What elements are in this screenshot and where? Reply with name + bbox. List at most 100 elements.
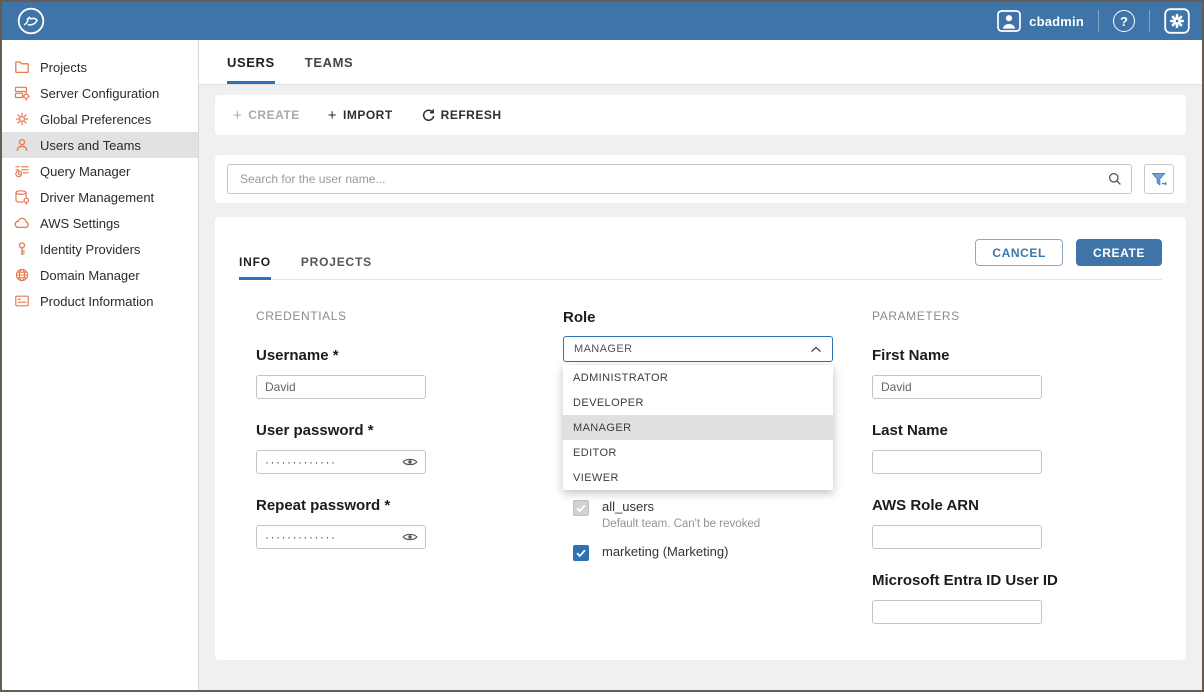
role-dropdown: ADMINISTRATOR DEVELOPER MANAGER EDITOR V… (563, 365, 833, 490)
identity-providers-icon (14, 241, 30, 257)
repeat-password-field[interactable] (256, 525, 426, 549)
sidebar-item-global-preferences[interactable]: Global Preferences (2, 106, 198, 132)
sidebar-item-aws-settings[interactable]: AWS Settings (2, 210, 198, 236)
domain-manager-icon (14, 267, 30, 283)
check-icon (575, 502, 587, 514)
sidebar-item-server-configuration[interactable]: Server Configuration (2, 80, 198, 106)
topbar-divider (1149, 10, 1150, 32)
server-configuration-icon (14, 85, 30, 101)
teams-list: all_users Default team. Can't be revoked… (573, 499, 833, 575)
team-name: all_users (602, 499, 760, 514)
cloudbeaver-logo-icon[interactable] (16, 6, 46, 36)
create-user-label: CREATE (248, 108, 299, 122)
sidebar-item-label: AWS Settings (40, 216, 120, 231)
topbar: cbadmin ? (2, 2, 1202, 40)
first-name-field[interactable] (872, 375, 1042, 399)
refresh-icon (421, 108, 435, 122)
help-button[interactable]: ? (1113, 10, 1135, 32)
plus-icon: + (328, 108, 337, 123)
repeat-password-wrapper (256, 525, 426, 549)
filter-icon (1150, 171, 1168, 188)
aws-role-arn-field[interactable] (872, 525, 1042, 549)
filter-button[interactable] (1144, 164, 1174, 194)
settings-button[interactable] (1164, 8, 1190, 34)
sidebar-item-label: Identity Providers (40, 242, 140, 257)
role-option-viewer[interactable]: VIEWER (563, 465, 833, 490)
global-preferences-icon (14, 111, 30, 127)
plus-icon: + (233, 108, 242, 123)
topbar-divider (1098, 10, 1099, 32)
help-icon: ? (1120, 14, 1128, 29)
aws-role-arn-label: AWS Role ARN (872, 497, 1042, 514)
driver-management-icon (14, 189, 30, 205)
projects-icon (14, 59, 30, 75)
content-area: + CREATE + IMPORT REFRESH (199, 85, 1202, 690)
tab-projects[interactable]: PROJECTS (301, 255, 372, 280)
username-label: Username * (256, 347, 426, 364)
team-name: marketing (Marketing) (602, 544, 728, 559)
parameters-column: PARAMETERS First Name Last Name AWS Role… (872, 309, 1042, 647)
user-password-field[interactable] (256, 450, 426, 474)
repeat-password-label: Repeat password * (256, 497, 426, 514)
search-bar (215, 155, 1186, 203)
role-option-manager[interactable]: MANAGER (563, 415, 833, 440)
sidebar-item-identity-providers[interactable]: Identity Providers (2, 236, 198, 262)
last-name-field[interactable] (872, 450, 1042, 474)
admin-tabs: USERS TEAMS (199, 40, 1202, 85)
password-visibility-toggle[interactable] (402, 456, 418, 468)
sidebar-item-label: Driver Management (40, 190, 154, 205)
refresh-label: REFRESH (441, 108, 502, 122)
role-selected-value: MANAGER (574, 343, 632, 355)
role-option-developer[interactable]: DEVELOPER (563, 390, 833, 415)
all-users-checkbox (573, 500, 589, 516)
search-icon[interactable] (1107, 171, 1123, 192)
tab-users[interactable]: USERS (227, 40, 275, 84)
eye-icon (402, 456, 418, 468)
marketing-checkbox[interactable] (573, 545, 589, 561)
cancel-button[interactable]: CANCEL (975, 239, 1063, 266)
create-button[interactable]: CREATE (1076, 239, 1162, 266)
chevron-up-icon (810, 346, 822, 353)
topbar-username: cbadmin (1029, 14, 1084, 29)
users-and-teams-icon (14, 137, 30, 153)
tab-info[interactable]: INFO (239, 255, 271, 280)
team-row-all-users: all_users Default team. Can't be revoked (573, 499, 833, 530)
tab-teams[interactable]: TEAMS (305, 40, 354, 84)
credentials-section-title: CREDENTIALS (256, 309, 426, 323)
create-user-button: + CREATE (233, 108, 300, 123)
sidebar-item-users-and-teams[interactable]: Users and Teams (2, 132, 198, 158)
role-label: Role (563, 309, 833, 326)
search-input[interactable] (227, 164, 1132, 194)
app-window: cbadmin ? Projects Server Configuration (0, 0, 1204, 692)
eye-icon (402, 531, 418, 543)
sidebar-item-domain-manager[interactable]: Domain Manager (2, 262, 198, 288)
sidebar-item-projects[interactable]: Projects (2, 54, 198, 80)
role-option-editor[interactable]: EDITOR (563, 440, 833, 465)
sidebar-item-label: Product Information (40, 294, 153, 309)
sidebar-item-driver-management[interactable]: Driver Management (2, 184, 198, 210)
user-password-wrapper (256, 450, 426, 474)
first-name-label: First Name (872, 347, 1042, 364)
sidebar: Projects Server Configuration Global Pre… (2, 40, 199, 690)
sidebar-item-product-information[interactable]: Product Information (2, 288, 198, 314)
topbar-actions: cbadmin ? (997, 8, 1190, 34)
user-password-label: User password * (256, 422, 426, 439)
password-visibility-toggle[interactable] (402, 531, 418, 543)
sidebar-item-label: Users and Teams (40, 138, 141, 153)
form-actions: CANCEL CREATE (975, 239, 1162, 266)
role-select[interactable]: MANAGER (563, 336, 833, 362)
user-menu[interactable]: cbadmin (997, 10, 1084, 32)
role-option-administrator[interactable]: ADMINISTRATOR (563, 365, 833, 390)
import-users-button[interactable]: + IMPORT (328, 108, 393, 123)
entra-id-field[interactable] (872, 600, 1042, 624)
sidebar-item-query-manager[interactable]: Query Manager (2, 158, 198, 184)
gear-icon (1164, 8, 1190, 34)
check-icon (575, 547, 587, 559)
sidebar-item-label: Query Manager (40, 164, 130, 179)
sidebar-item-label: Domain Manager (40, 268, 140, 283)
sidebar-item-label: Global Preferences (40, 112, 151, 127)
import-users-label: IMPORT (343, 108, 393, 122)
username-field[interactable] (256, 375, 426, 399)
sidebar-item-label: Projects (40, 60, 87, 75)
refresh-button[interactable]: REFRESH (421, 108, 502, 122)
